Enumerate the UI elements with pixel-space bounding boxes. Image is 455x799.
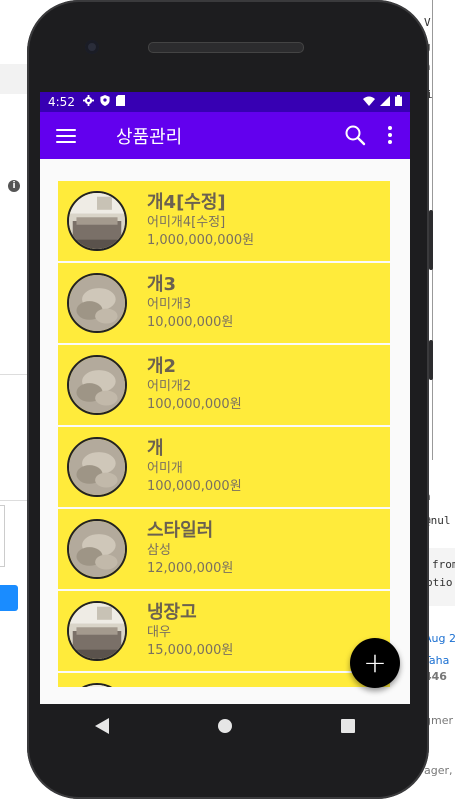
product-price: 12,000,000원 [147, 561, 234, 576]
product-thumbnail [67, 273, 127, 333]
cell-signal-icon [380, 95, 390, 109]
product-name: 스타일러 [147, 520, 214, 541]
product-name: 개 [147, 438, 164, 459]
home-circle-icon[interactable] [205, 706, 245, 746]
product-thumbnail [67, 191, 127, 251]
phone-frame: 4:52 상품관리 개4[수정] 어미개4[수정] 1,000,000,000원… [27, 0, 433, 799]
ide-fragment: ptio [426, 576, 453, 589]
product-thumbnail [67, 683, 127, 687]
product-item[interactable]: 개2 어미개2 100,000,000원 [58, 345, 390, 425]
menu-icon[interactable] [56, 128, 76, 143]
more-vert-icon[interactable] [382, 125, 398, 145]
system-nav-bar [40, 704, 410, 748]
status-time: 4:52 [48, 95, 75, 109]
product-price: 1,000,000,000원 [147, 233, 255, 248]
device-screen: 4:52 상품관리 개4[수정] 어미개4[수정] 1,000,000,000원… [40, 92, 410, 704]
search-icon[interactable] [344, 124, 366, 146]
ide-panel [432, 0, 455, 460]
product-thumbnail [67, 601, 127, 661]
ide-fragment: from [432, 558, 455, 571]
recents-square-icon[interactable] [328, 706, 368, 746]
product-price: 100,000,000원 [147, 397, 242, 412]
app-title: 상품관리 [116, 126, 183, 148]
product-item[interactable]: 개4[수정] 어미개4[수정] 1,000,000,000원 [58, 181, 390, 261]
product-description: 어미개 [147, 461, 183, 476]
status-bar: 4:52 [40, 92, 410, 112]
shield-icon [100, 95, 110, 109]
product-description: 어미개4[수정] [147, 215, 226, 230]
ide-blue-button[interactable] [0, 585, 18, 611]
product-price: 100,000,000원 [147, 479, 242, 494]
product-price: 10,000,000원 [147, 315, 234, 330]
product-name: 개3 [147, 274, 177, 295]
product-description: 어미개3 [147, 297, 192, 312]
earpiece-speaker [148, 42, 304, 53]
info-icon[interactable]: i [8, 180, 20, 192]
sd-card-icon [115, 95, 125, 109]
front-camera [85, 40, 99, 54]
battery-icon [395, 95, 402, 109]
product-item[interactable] [58, 673, 390, 687]
settings-icon [82, 95, 94, 109]
product-description: 대우 [147, 625, 171, 640]
product-item[interactable]: 냉장고 대우 15,000,000원 [58, 591, 390, 671]
product-item[interactable]: 개3 어미개3 10,000,000원 [58, 263, 390, 343]
product-list[interactable]: 개4[수정] 어미개4[수정] 1,000,000,000원 개3 어미개3 1… [58, 181, 390, 687]
add-product-button[interactable]: + [350, 638, 400, 688]
product-name: 냉장고 [147, 602, 197, 623]
product-name: 개2 [147, 356, 177, 377]
product-thumbnail [67, 437, 127, 497]
product-item[interactable]: 개 어미개 100,000,000원 [58, 427, 390, 507]
product-description: 어미개2 [147, 379, 192, 394]
ide-fragment: V [424, 16, 431, 29]
wifi-icon [363, 95, 375, 109]
volume-button[interactable] [429, 210, 433, 270]
product-item[interactable]: 스타일러 삼성 12,000,000원 [58, 509, 390, 589]
ide-box [0, 505, 5, 567]
app-bar: 상품관리 [40, 112, 410, 159]
power-button[interactable] [429, 340, 433, 380]
product-thumbnail [67, 519, 127, 579]
ide-fragment: ager, [424, 764, 453, 777]
product-price: 15,000,000원 [147, 643, 234, 658]
product-thumbnail [67, 355, 127, 415]
product-description: 삼성 [147, 543, 171, 558]
back-triangle-icon[interactable] [82, 706, 122, 746]
add-icon: + [363, 646, 387, 679]
product-name: 개4[수정] [147, 192, 226, 213]
